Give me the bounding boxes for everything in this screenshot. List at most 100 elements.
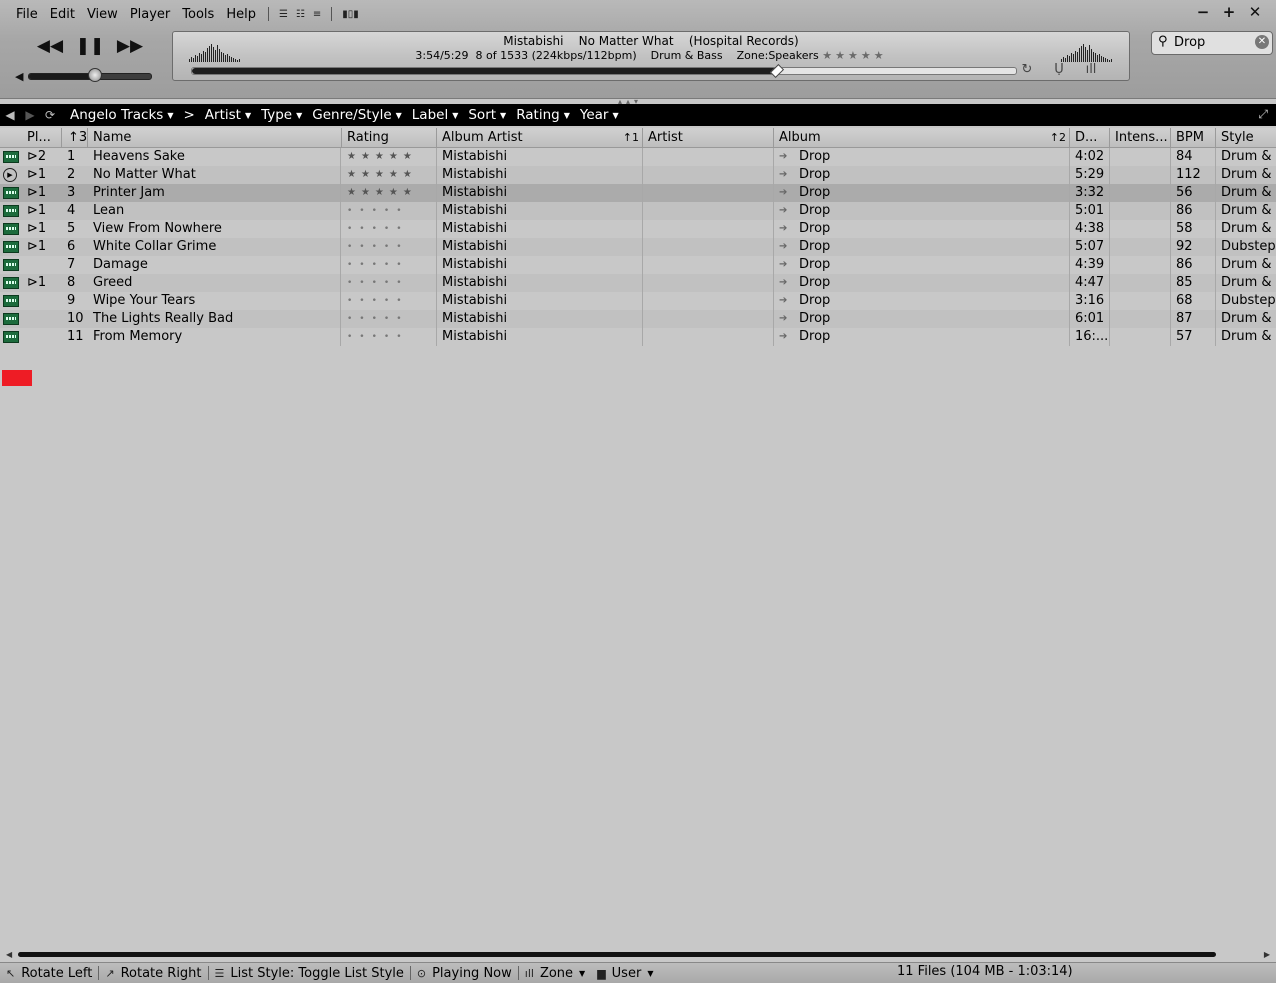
search-input[interactable] (1174, 34, 1254, 50)
menu-file[interactable]: File (10, 7, 44, 22)
pause-icon[interactable]: ❚❚ (70, 36, 110, 56)
rating-cell[interactable]: ••••• (342, 292, 437, 310)
details-view-icon[interactable]: ☷ (296, 9, 305, 20)
table-row[interactable]: 7 Damage ••••• Mistabishi ➔ Drop 4:39 86 Drum & … (0, 256, 1276, 274)
menu-view[interactable]: View (81, 7, 124, 22)
zone-dropdown[interactable]: ıll Zone ▼ (519, 966, 591, 981)
album-link-icon[interactable]: ➔ (774, 328, 796, 346)
album-link-icon[interactable]: ➔ (774, 148, 796, 166)
table-row[interactable]: ⊳1 3 Printer Jam ★★★★★ Mistabishi ➔ Drop 3:32 56… (0, 184, 1276, 202)
playing-now-button[interactable]: ⊙ Playing Now (411, 966, 518, 981)
list-style-button[interactable]: ☰ List Style: Toggle List Style (209, 966, 410, 981)
list-view-icon[interactable]: ☰ (279, 9, 288, 20)
now-playing-label: (Hospital Records) (688, 34, 799, 48)
menu-help[interactable]: Help (220, 7, 262, 22)
col-intensity[interactable]: Intens... (1110, 128, 1171, 147)
previous-track-icon[interactable]: ◀◀ (30, 36, 70, 56)
rotate-left-button[interactable]: ↖ Rotate Left (0, 966, 98, 981)
album-link-icon[interactable]: ➔ (774, 202, 796, 220)
table-row[interactable]: ⊳2 1 Heavens Sake ★★★★★ Mistabishi ➔ Drop 4:02 8… (0, 148, 1276, 166)
album-link-icon[interactable]: ➔ (774, 310, 796, 328)
next-track-icon[interactable]: ▶▶ (110, 36, 150, 56)
col-rating[interactable]: Rating (342, 128, 437, 147)
refresh-icon[interactable]: ⟳ (40, 108, 60, 122)
scroll-left-icon[interactable]: ◀ (6, 949, 12, 961)
rating-cell[interactable]: ••••• (342, 328, 437, 346)
now-playing-artist: Mistabishi (503, 34, 564, 48)
nav-artist[interactable]: Artist ▼ (205, 107, 251, 123)
compact-view-icon[interactable]: ≡ (313, 9, 321, 20)
nav-sort[interactable]: Sort ▼ (468, 107, 506, 123)
nav-label[interactable]: Label ▼ (412, 107, 459, 123)
album-link-icon[interactable]: ➔ (774, 292, 796, 310)
forward-arrow-icon[interactable]: ▶ (20, 108, 40, 122)
rating-cell[interactable]: ★★★★★ (342, 184, 437, 202)
speaker-icon[interactable]: ◀ (15, 70, 23, 83)
rating-cell[interactable]: ••••• (342, 310, 437, 328)
table-row[interactable]: ⊳1 6 White Collar Grime ••••• Mistabishi ➔ Dro… (0, 238, 1276, 256)
horizontal-scrollbar[interactable]: ◀ ▶ (0, 949, 1276, 961)
table-row[interactable]: 9 Wipe Your Tears ••••• Mistabishi ➔ Drop 3:16… (0, 292, 1276, 310)
col-playlist[interactable]: Pl... (22, 128, 62, 147)
close-button[interactable]: ✕ (1242, 3, 1268, 21)
bpm-cell: 87 (1171, 310, 1216, 328)
album-link-icon[interactable]: ➔ (774, 238, 796, 256)
rating-cell[interactable]: ••••• (342, 256, 437, 274)
volume-knob[interactable] (88, 68, 102, 82)
now-playing-rating[interactable]: ★★★★★ (822, 49, 886, 62)
menu-player[interactable]: Player (124, 7, 176, 22)
nav-type[interactable]: Type ▼ (261, 107, 302, 123)
artist-cell (643, 238, 774, 256)
col-track-number[interactable]: ↑3 (62, 128, 88, 147)
table-row[interactable]: 11 From Memory ••••• Mistabishi ➔ Drop 16:... 5… (0, 328, 1276, 346)
seek-bar[interactable] (191, 67, 1017, 75)
col-artist[interactable]: Artist (643, 128, 774, 147)
equalizer-icon[interactable]: ▮▯▮ (342, 9, 359, 20)
rating-cell[interactable]: ••••• (342, 220, 437, 238)
album-link-icon[interactable]: ➔ (774, 166, 796, 184)
album-link-icon[interactable]: ➔ (774, 256, 796, 274)
table-row[interactable]: 10 The Lights Really Bad ••••• Mistabishi ➔ D… (0, 310, 1276, 328)
album-link-icon[interactable]: ➔ (774, 184, 796, 202)
table-row[interactable]: ⊳1 8 Greed ••••• Mistabishi ➔ Drop 4:47 85 Drum &… (0, 274, 1276, 292)
col-duration[interactable]: D... (1070, 128, 1110, 147)
back-arrow-icon[interactable]: ◀ (0, 108, 20, 122)
user-dropdown[interactable]: ▆ User ▼ (591, 966, 659, 981)
repeat-icon[interactable]: ↻ (1011, 62, 1043, 77)
scroll-right-icon[interactable]: ▶ (1264, 949, 1270, 961)
nav-genre-style[interactable]: Genre/Style ▼ (312, 107, 402, 123)
table-row[interactable]: ⊳1 5 View From Nowhere ••••• Mistabishi ➔ Drop… (0, 220, 1276, 238)
dsp-icon[interactable]: Ụ (1043, 62, 1075, 77)
rating-cell[interactable]: ★★★★★ (342, 166, 437, 184)
rotate-right-button[interactable]: ↗ Rotate Right (99, 966, 207, 981)
scrollbar-thumb[interactable] (18, 952, 1216, 957)
col-bpm[interactable]: BPM (1171, 128, 1216, 147)
menu-tools[interactable]: Tools (176, 7, 220, 22)
track-name-cell: Greed (88, 274, 341, 292)
album-artist-cell: Mistabishi (437, 310, 643, 328)
col-style[interactable]: Style (1216, 128, 1276, 147)
nav-year[interactable]: Year ▼ (580, 107, 619, 123)
expand-icon[interactable]: ⤢ (1258, 107, 1268, 122)
rating-cell[interactable]: ••••• (342, 238, 437, 256)
maximize-button[interactable]: + (1216, 3, 1242, 21)
nav-rating[interactable]: Rating ▼ (516, 107, 570, 123)
style-cell: Drum & Bass (1221, 257, 1276, 272)
playlist-cell (22, 328, 60, 346)
col-name[interactable]: Name (88, 128, 342, 147)
album-link-icon[interactable]: ➔ (774, 220, 796, 238)
minimize-button[interactable]: − (1190, 3, 1216, 21)
rating-cell[interactable]: ••••• (342, 274, 437, 292)
nav-root-angelo-tracks[interactable]: Angelo Tracks ▼ (70, 107, 173, 123)
col-album-artist[interactable]: Album Artist ↑1 (437, 128, 643, 147)
col-album[interactable]: Album ↑2 (774, 128, 1070, 147)
rating-cell[interactable]: ••••• (342, 202, 437, 220)
table-row[interactable]: ⊳1 4 Lean ••••• Mistabishi ➔ Drop 5:01 86 Drum & … (0, 202, 1276, 220)
rating-cell[interactable]: ★★★★★ (342, 148, 437, 166)
clear-search-icon[interactable]: ✕ (1255, 35, 1269, 49)
menu-edit[interactable]: Edit (44, 7, 81, 22)
table-row[interactable]: ▶ ⊳1 2 No Matter What ★★★★★ Mistabishi ➔ Drop 5:… (0, 166, 1276, 184)
user-icon: ▆ (597, 966, 606, 980)
album-link-icon[interactable]: ➔ (774, 274, 796, 292)
visualizer-icon[interactable]: ıll (1075, 62, 1107, 77)
